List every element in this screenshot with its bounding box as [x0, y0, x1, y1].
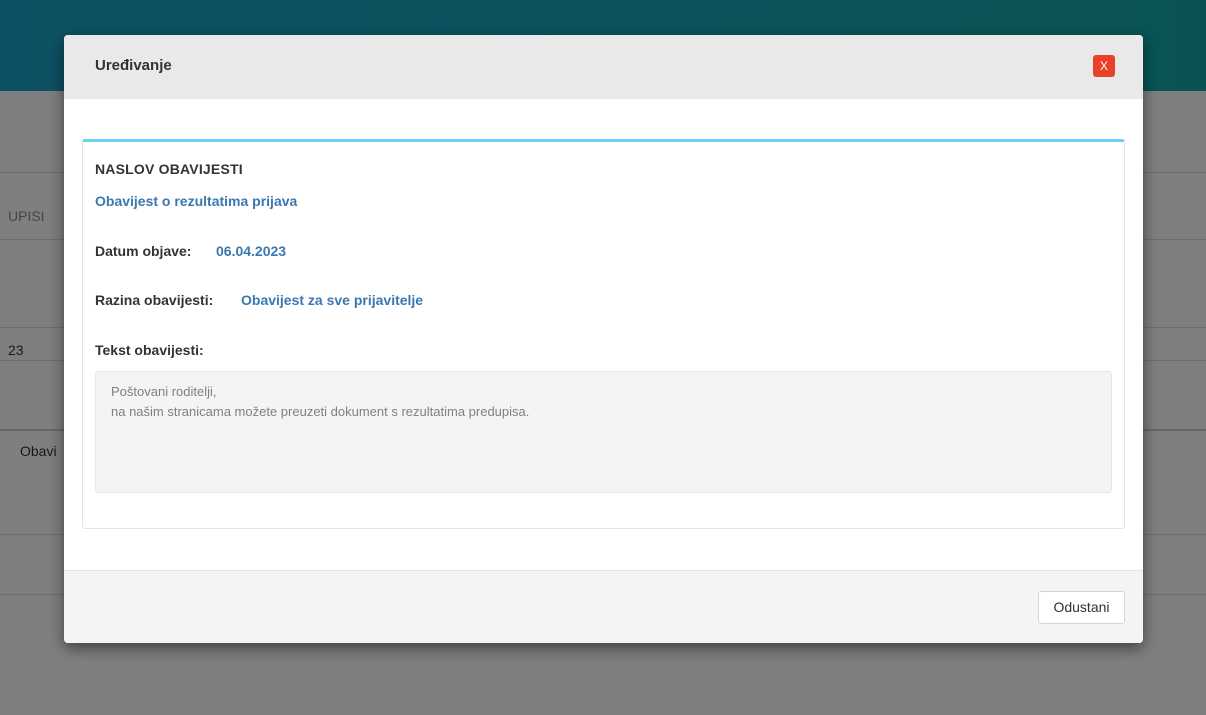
notice-text-line: Poštovani roditelji,: [111, 384, 217, 399]
notice-level-label: Razina obavijesti:: [95, 292, 214, 308]
close-button[interactable]: X: [1093, 55, 1115, 77]
notice-text-label: Tekst obavijesti:: [95, 342, 204, 358]
modal-header: Uređivanje X: [64, 35, 1143, 99]
modal-title: Uređivanje: [95, 57, 172, 74]
notice-text-line: na našim stranicama možete preuzeti doku…: [111, 404, 530, 419]
notice-title-value: Obavijest o rezultatima prijava: [95, 193, 298, 209]
modal-footer: Odustani: [64, 570, 1143, 643]
notice-text-area[interactable]: Poštovani roditelji, na našim stranicama…: [95, 371, 1112, 493]
notice-level-value: Obavijest za sve prijavitelje: [241, 292, 424, 308]
publish-date-value: 06.04.2023: [216, 243, 287, 259]
publish-date-label: Datum objave:: [95, 243, 192, 259]
notice-panel: NASLOV OBAVIJESTI Obavijest o rezultatim…: [82, 139, 1125, 529]
cancel-button[interactable]: Odustani: [1038, 591, 1125, 624]
edit-modal: Uređivanje X NASLOV OBAVIJESTI Obavijest…: [64, 35, 1143, 643]
notice-title-label: NASLOV OBAVIJESTI: [95, 161, 243, 177]
